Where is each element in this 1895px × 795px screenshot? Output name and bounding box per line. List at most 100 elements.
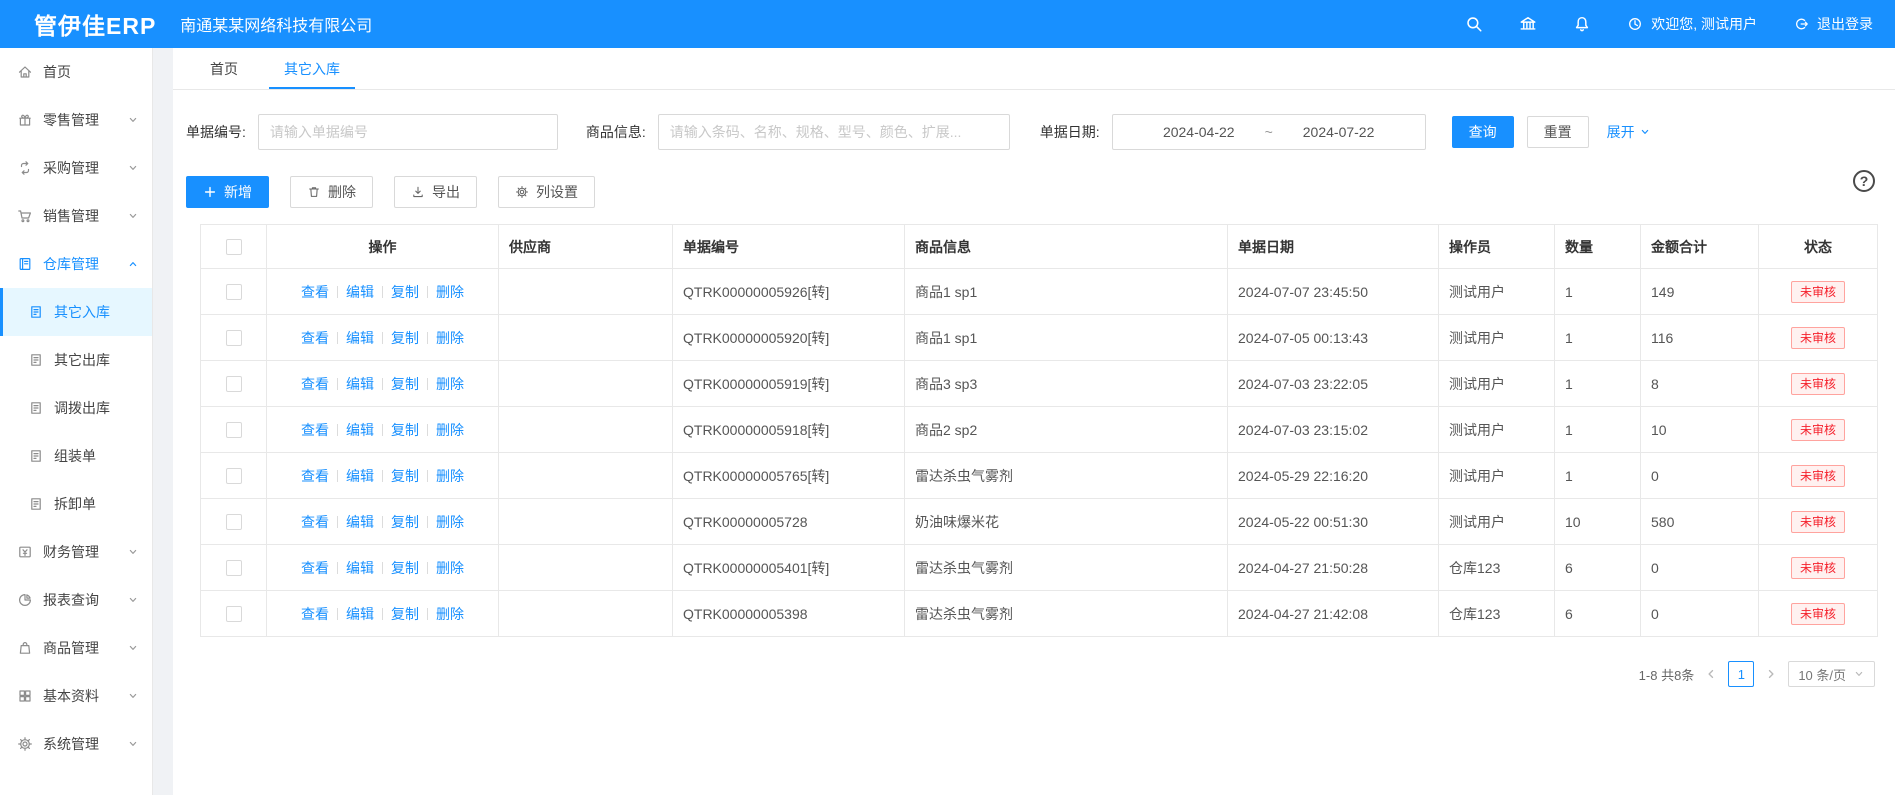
row-checkbox[interactable]: [226, 514, 242, 530]
copy-link[interactable]: 复制: [391, 330, 419, 346]
delete-link[interactable]: 删除: [436, 284, 464, 300]
tab-other-inbound[interactable]: 其它入库: [269, 48, 355, 89]
view-link[interactable]: 查看: [301, 560, 329, 576]
reset-button[interactable]: 重置: [1527, 116, 1589, 148]
amount-cell: 116: [1641, 315, 1759, 361]
sidebar-item-retail[interactable]: 零售管理: [0, 96, 152, 144]
sidebar-item-reports[interactable]: 报表查询: [0, 576, 152, 624]
product-cell: 商品1 sp1: [905, 269, 1228, 315]
help-button[interactable]: ?: [1853, 170, 1875, 192]
edit-link[interactable]: 编辑: [346, 606, 374, 622]
row-checkbox[interactable]: [226, 284, 242, 300]
product-info-input[interactable]: [658, 114, 1010, 150]
date-end-value[interactable]: 2024-07-22: [1303, 124, 1375, 140]
supplier-cell: [499, 315, 673, 361]
page-number-1[interactable]: 1: [1728, 661, 1754, 687]
select-all-checkbox[interactable]: [226, 239, 242, 255]
logout-button[interactable]: 退出登录: [1793, 14, 1873, 34]
chevron-up-icon: [127, 258, 139, 270]
edit-link[interactable]: 编辑: [346, 330, 374, 346]
delete-link[interactable]: 删除: [436, 376, 464, 392]
tab-home[interactable]: 首页: [195, 48, 253, 89]
sidebar-item-assembly[interactable]: 组装单: [0, 432, 152, 480]
column-settings-button[interactable]: 列设置: [498, 176, 595, 208]
bill-no-cell: QTRK00000005919[转]: [673, 361, 905, 407]
view-link[interactable]: 查看: [301, 284, 329, 300]
prev-page-button[interactable]: [1705, 668, 1717, 680]
amount-cell: 0: [1641, 545, 1759, 591]
delete-link[interactable]: 删除: [436, 514, 464, 530]
clock-icon: [1627, 16, 1643, 32]
copy-link[interactable]: 复制: [391, 376, 419, 392]
chevron-down-icon: [127, 642, 139, 654]
column-header-operator: 操作员: [1439, 225, 1555, 269]
delete-link[interactable]: 删除: [436, 606, 464, 622]
sidebar-item-other-inbound[interactable]: 其它入库: [0, 288, 152, 336]
chevron-down-icon: [127, 546, 139, 558]
row-checkbox[interactable]: [226, 606, 242, 622]
supplier-cell: [499, 269, 673, 315]
expand-link[interactable]: 展开: [1607, 122, 1651, 142]
bill-no-input[interactable]: [258, 114, 558, 150]
add-button[interactable]: 新增: [186, 176, 269, 208]
bell-icon[interactable]: [1573, 15, 1591, 33]
row-checkbox[interactable]: [226, 376, 242, 392]
sidebar-item-warehouse[interactable]: 仓库管理: [0, 240, 152, 288]
sidebar-item-purchase[interactable]: 采购管理: [0, 144, 152, 192]
sidebar-item-other-outbound[interactable]: 其它出库: [0, 336, 152, 384]
export-icon: [411, 185, 425, 199]
view-link[interactable]: 查看: [301, 330, 329, 346]
pagination: 1-8 共8条 1 10 条/页: [186, 661, 1877, 687]
search-button[interactable]: 查询: [1452, 116, 1514, 148]
sidebar-item-transfer-outbound[interactable]: 调拨出库: [0, 384, 152, 432]
view-link[interactable]: 查看: [301, 514, 329, 530]
table-row: 查看编辑复制删除 QTRK00000005926[转] 商品1 sp1 2024…: [201, 269, 1878, 315]
copy-link[interactable]: 复制: [391, 422, 419, 438]
delete-button[interactable]: 删除: [290, 176, 373, 208]
search-icon[interactable]: [1465, 15, 1483, 33]
row-checkbox[interactable]: [226, 422, 242, 438]
operator-cell: 仓库123: [1439, 591, 1555, 637]
row-checkbox[interactable]: [226, 468, 242, 484]
edit-link[interactable]: 编辑: [346, 376, 374, 392]
page-size-select[interactable]: 10 条/页: [1788, 661, 1875, 687]
copy-link[interactable]: 复制: [391, 284, 419, 300]
row-checkbox[interactable]: [226, 330, 242, 346]
sidebar-item-basic-data[interactable]: 基本资料: [0, 672, 152, 720]
company-name: 南通某某网络科技有限公司: [180, 12, 372, 36]
qty-cell: 10: [1555, 499, 1641, 545]
next-page-button[interactable]: [1765, 668, 1777, 680]
edit-link[interactable]: 编辑: [346, 560, 374, 576]
delete-link[interactable]: 删除: [436, 330, 464, 346]
edit-link[interactable]: 编辑: [346, 422, 374, 438]
row-checkbox[interactable]: [226, 560, 242, 576]
sidebar-item-sales[interactable]: 销售管理: [0, 192, 152, 240]
view-link[interactable]: 查看: [301, 468, 329, 484]
sidebar-item-products[interactable]: 商品管理: [0, 624, 152, 672]
pagination-total: 1-8 共8条: [1639, 665, 1695, 684]
edit-link[interactable]: 编辑: [346, 468, 374, 484]
edit-link[interactable]: 编辑: [346, 514, 374, 530]
view-link[interactable]: 查看: [301, 422, 329, 438]
delete-link[interactable]: 删除: [436, 422, 464, 438]
user-menu[interactable]: 欢迎您, 测试用户: [1627, 14, 1757, 34]
copy-link[interactable]: 复制: [391, 514, 419, 530]
sidebar-item-finance[interactable]: 财务管理: [0, 528, 152, 576]
view-link[interactable]: 查看: [301, 606, 329, 622]
sidebar-item-disassembly[interactable]: 拆卸单: [0, 480, 152, 528]
delete-link[interactable]: 删除: [436, 468, 464, 484]
date-range-picker[interactable]: 2024-04-22 ~ 2024-07-22: [1112, 114, 1426, 150]
export-button[interactable]: 导出: [394, 176, 477, 208]
copy-link[interactable]: 复制: [391, 468, 419, 484]
top-header-bar: 管伊佳ERP 南通某某网络科技有限公司 欢迎您, 测试用户 退出登录: [0, 0, 1895, 48]
view-link[interactable]: 查看: [301, 376, 329, 392]
copy-link[interactable]: 复制: [391, 560, 419, 576]
doc-icon: [28, 352, 44, 368]
edit-link[interactable]: 编辑: [346, 284, 374, 300]
sidebar-item-home[interactable]: 首页: [0, 48, 152, 96]
delete-link[interactable]: 删除: [436, 560, 464, 576]
sidebar-item-system[interactable]: 系统管理: [0, 720, 152, 768]
copy-link[interactable]: 复制: [391, 606, 419, 622]
date-start-value[interactable]: 2024-04-22: [1163, 124, 1235, 140]
bank-icon[interactable]: [1519, 15, 1537, 33]
